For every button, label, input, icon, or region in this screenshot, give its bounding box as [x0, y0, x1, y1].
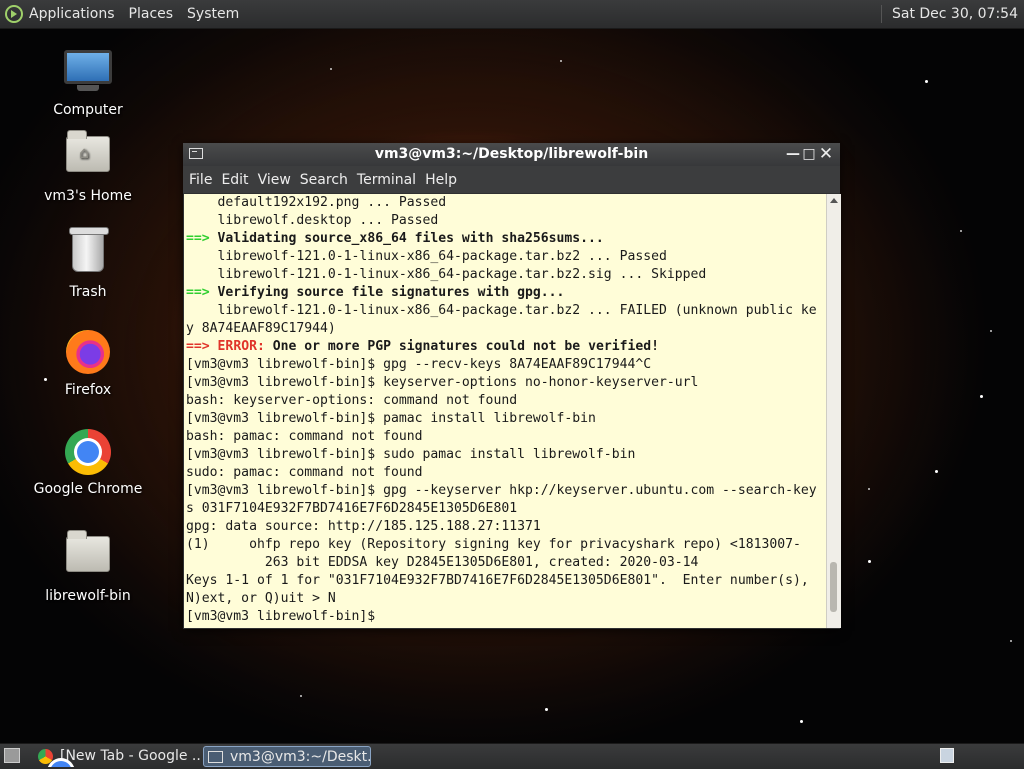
menu-edit[interactable]: Edit [221, 172, 248, 188]
workspace-switcher[interactable] [940, 748, 954, 763]
home-folder-icon: ⌂ [64, 130, 112, 184]
terminal-line: librewolf-121.0-1-linux-x86_64-package.t… [186, 267, 707, 282]
terminal-line: (1) ohfp repo key (Repository signing ke… [186, 537, 801, 552]
terminal-line: 263 bit EDDSA key D2845E1305D6E801, crea… [186, 555, 699, 570]
desktop-icon-firefox[interactable]: Firefox [28, 328, 148, 398]
terminal-menubar: File Edit View Search Terminal Help [183, 166, 840, 193]
distro-logo-icon[interactable] [5, 5, 23, 23]
terminal-line: bash: pamac: command not found [186, 429, 423, 444]
terminal-line: s 031F7104E932F7BD7416E7F6D2845E1305D6E8… [186, 501, 518, 516]
menu-applications[interactable]: Applications [29, 6, 115, 22]
terminal-scrollbar[interactable] [826, 194, 841, 628]
terminal-line: gpg: data source: http://185.125.188.27:… [186, 519, 541, 534]
desktop-icon-label: Trash [69, 284, 107, 300]
terminal-line: ==> Verifying source file signatures wit… [186, 285, 565, 300]
maximize-icon[interactable]: □ [801, 146, 817, 162]
folder-icon [64, 530, 112, 584]
terminal-line: librewolf.desktop ... Passed [186, 213, 439, 228]
desktop-icon-label: vm3's Home [44, 188, 132, 204]
firefox-icon [64, 330, 112, 378]
top-panel: Applications Places System Sat Dec 30, 0… [0, 0, 1024, 29]
desktop-icon-computer[interactable]: Computer [28, 50, 148, 118]
terminal-output[interactable]: default192x192.png ... Passed librewolf.… [184, 194, 826, 628]
taskbar-item-label: vm3@vm3:~/Deskt... [230, 749, 371, 765]
terminal-line: ==> ERROR: One or more PGP signatures co… [186, 339, 660, 354]
terminal-line: librewolf-121.0-1-linux-x86_64-package.t… [186, 249, 667, 264]
scroll-up-icon[interactable] [830, 198, 838, 203]
clock[interactable]: Sat Dec 30, 07:54 [892, 6, 1018, 22]
panel-separator [880, 5, 882, 23]
chrome-icon [38, 749, 72, 767]
terminal-line: [vm3@vm3 librewolf-bin]$ pamac install l… [186, 411, 596, 426]
menu-help[interactable]: Help [425, 172, 457, 188]
terminal-line: librewolf-121.0-1-linux-x86_64-package.t… [186, 303, 817, 318]
terminal-icon [208, 751, 223, 763]
desktop-icon-label: Computer [53, 102, 123, 118]
terminal-line: Keys 1-1 of 1 for "031F7104E932F7BD7416E… [186, 573, 809, 588]
terminal-titlebar[interactable]: vm3@vm3:~/Desktop/librewolf-bin — □ ✕ [183, 143, 840, 166]
menu-places[interactable]: Places [129, 6, 174, 22]
window-title: vm3@vm3:~/Desktop/librewolf-bin [374, 146, 649, 162]
terminal-line: [vm3@vm3 librewolf-bin]$ sudo pamac inst… [186, 447, 636, 462]
menu-terminal[interactable]: Terminal [357, 172, 416, 188]
terminal-window[interactable]: vm3@vm3:~/Desktop/librewolf-bin — □ ✕ Fi… [183, 143, 841, 629]
desktop-icon-home[interactable]: ⌂ vm3's Home [28, 128, 148, 204]
menu-system[interactable]: System [187, 6, 239, 22]
terminal-line: [vm3@vm3 librewolf-bin]$ [186, 609, 384, 624]
taskbar-item-label: [New Tab - Google ... [60, 748, 200, 764]
desktop-icon-chrome[interactable]: Google Chrome [28, 428, 148, 497]
minimize-icon[interactable]: — [785, 146, 801, 162]
terminal-line: [vm3@vm3 librewolf-bin]$ gpg --recv-keys… [186, 357, 652, 372]
terminal-line: default192x192.png ... Passed [186, 195, 447, 210]
terminal-line: N)ext, or Q)uit > N [186, 591, 336, 606]
terminal-line: sudo: pamac: command not found [186, 465, 423, 480]
show-desktop-icon[interactable] [4, 748, 20, 763]
desktop-icon-librewolf-bin[interactable]: librewolf-bin [28, 528, 148, 604]
menu-file[interactable]: File [189, 172, 212, 188]
terminal-line: bash: keyserver-options: command not fou… [186, 393, 518, 408]
taskbar-item-chrome[interactable]: [New Tab - Google ... [34, 746, 200, 767]
menu-view[interactable]: View [258, 172, 291, 188]
close-icon[interactable]: ✕ [818, 146, 834, 163]
scrollbar-thumb[interactable] [830, 562, 837, 612]
terminal-line: y 8A74EAAF89C17944) [186, 321, 336, 336]
desktop-icon-label: Firefox [64, 382, 112, 398]
desktop-icon-trash[interactable]: Trash [28, 227, 148, 300]
menu-search[interactable]: Search [300, 172, 348, 188]
terminal-line: [vm3@vm3 librewolf-bin]$ gpg --keyserver… [186, 483, 817, 498]
desktop-icon-label: Google Chrome [33, 481, 143, 497]
terminal-lines: default192x192.png ... Passed librewolf.… [184, 194, 826, 626]
desktop-icon-label: librewolf-bin [45, 588, 131, 604]
terminal-line: [vm3@vm3 librewolf-bin]$ keyserver-optio… [186, 375, 699, 390]
trash-icon [64, 227, 112, 280]
chrome-icon [64, 429, 112, 477]
computer-icon [64, 50, 112, 98]
terminal-line: ==> Validating source_x86_64 files with … [186, 231, 604, 246]
taskbar-item-terminal[interactable]: vm3@vm3:~/Deskt... [203, 746, 371, 767]
bottom-panel: [New Tab - Google ... vm3@vm3:~/Deskt... [0, 743, 1024, 769]
